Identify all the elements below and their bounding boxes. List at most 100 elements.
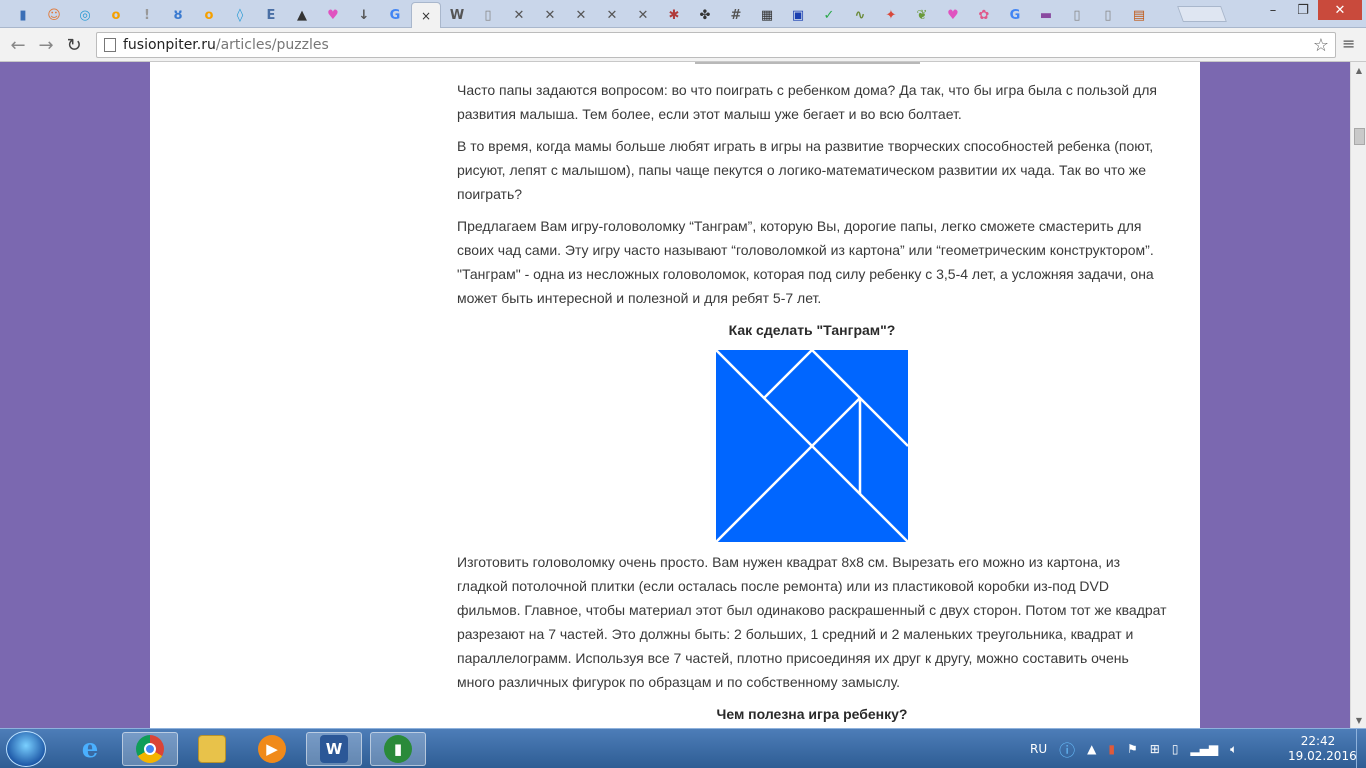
new-tab-button[interactable] (1177, 6, 1227, 22)
word-button[interactable]: W (306, 732, 362, 766)
menu-icon[interactable]: ≡ (1342, 34, 1355, 53)
volume-icon[interactable]: 🔈︎ (1230, 742, 1237, 757)
close-tab-icon[interactable]: × (421, 9, 431, 23)
pattern-icon: ✕ (544, 7, 556, 23)
browser-tab[interactable]: ↓ (349, 2, 379, 28)
browser-tab[interactable]: ▯ (1093, 2, 1123, 28)
grid-icon: # (730, 7, 742, 23)
app-button[interactable]: ▮ (370, 732, 426, 766)
reload-icon[interactable]: ↻ (62, 33, 86, 57)
face-icon: ☺ (47, 7, 61, 23)
show-desktop-button[interactable] (1356, 729, 1366, 768)
flower-icon: ✤ (699, 7, 711, 23)
internet-explorer-button[interactable]: e (62, 732, 118, 766)
clock[interactable]: 22:42 19.02.2016 (1288, 734, 1357, 764)
browser-tab[interactable]: ▯ (1062, 2, 1092, 28)
media-player-button[interactable]: ▶ (244, 732, 300, 766)
browser-tab[interactable]: G (380, 2, 410, 28)
forward-arrow-icon[interactable]: → (34, 33, 58, 57)
browser-tab[interactable]: E (256, 2, 286, 28)
bird-icon: ✦ (885, 7, 897, 23)
browser-tab[interactable]: ✦ (876, 2, 906, 28)
browser-tab[interactable]: ☺ (39, 2, 69, 28)
chart-icon: ∿ (854, 7, 866, 23)
browser-tab[interactable]: ▮ (8, 2, 38, 28)
top-image-edge (695, 62, 920, 64)
chrome-button[interactable] (122, 732, 178, 766)
article-body: Часто папы задаются вопросом: во что пои… (457, 78, 1167, 728)
close-window-icon[interactable]: ✕ (1318, 0, 1362, 20)
tray-expand-icon[interactable]: ▲ (1087, 742, 1096, 756)
back-arrow-icon[interactable]: ← (6, 33, 30, 57)
tab-strip: – ❐ ✕ ▮ ☺ ◎ о! ȣ о ◊ E ▲ ♥ ↓ G × W ▯ ✕ ✕ ✕ ✕ ✕ ✱ ✤ # ▦ ▣ ✓ ∿ ✦ ❦ ♥ ✿ G ▬… (0, 0, 1366, 28)
tray-app-icon[interactable]: ▮ (1108, 742, 1115, 756)
bookmark-star-icon[interactable]: ☆ (1313, 35, 1329, 56)
browser-tab[interactable]: ✿ (969, 2, 999, 28)
browser-tab[interactable]: ✕ (566, 2, 596, 28)
browser-tab[interactable]: ✕ (504, 2, 534, 28)
article-paragraph: Часто папы задаются вопросом: во что пои… (457, 82, 1157, 122)
browser-tab[interactable]: ▲ (287, 2, 317, 28)
page-icon: ▯ (1073, 7, 1081, 23)
pattern-icon: ✕ (606, 7, 618, 23)
heart-icon: ♥ (947, 7, 959, 23)
book-icon: ▮ (19, 7, 27, 23)
scroll-up-icon[interactable]: ▲ (1351, 62, 1366, 78)
anchor-icon: ȣ (173, 7, 183, 23)
browser-tab[interactable]: ✕ (628, 2, 658, 28)
clock-time: 22:42 (1300, 734, 1336, 748)
google-icon: G (1009, 7, 1021, 23)
browser-tab[interactable]: ! (132, 2, 162, 28)
address-bar[interactable]: fusionpiter.ru/articles/puzzles ☆ (96, 32, 1336, 58)
browser-tab[interactable]: ♥ (318, 2, 348, 28)
scroll-thumb[interactable] (1354, 128, 1365, 145)
grid-icon: ▦ (760, 7, 774, 23)
bug-icon: ✱ (668, 7, 680, 23)
browser-tab[interactable]: ▣ (783, 2, 813, 28)
browser-tab[interactable]: ▯ (473, 2, 503, 28)
browser-tab[interactable]: # (721, 2, 751, 28)
info-icon[interactable]: ⓘ (1059, 737, 1075, 761)
check-icon: ✓ (823, 7, 835, 23)
scroll-down-icon[interactable]: ▼ (1351, 712, 1366, 728)
browser-tab[interactable]: ∿ (845, 2, 875, 28)
browser-tab[interactable]: ▬ (1031, 2, 1061, 28)
browser-tab[interactable]: ▦ (752, 2, 782, 28)
explorer-button[interactable] (184, 732, 240, 766)
wikipedia-icon: W (449, 7, 465, 23)
browser-tab[interactable]: ◊ (225, 2, 255, 28)
e-icon: E (266, 7, 276, 23)
signal-icon[interactable]: ▂▄▆ (1190, 742, 1218, 756)
browser-tab[interactable]: W (442, 2, 472, 28)
section-heading: Чем полезна игра ребенку? (716, 706, 908, 722)
page-icon (104, 38, 116, 52)
browser-tab[interactable]: ✓ (814, 2, 844, 28)
start-button[interactable] (6, 731, 46, 767)
section-heading: Как сделать "Танграм"? (728, 322, 896, 338)
browser-tab[interactable]: ✕ (535, 2, 565, 28)
browser-tab[interactable]: ◎ (70, 2, 100, 28)
browser-tab[interactable]: ▤ (1124, 2, 1154, 28)
bar-chart-icon: ▮ (384, 735, 412, 763)
browser-tab[interactable]: ✤ (690, 2, 720, 28)
browser-tab[interactable]: о (101, 2, 131, 28)
article-paragraph: Предлагаем Вам игру-головоломку “Танграм… (457, 218, 1154, 306)
windows-icon[interactable]: ⊞ (1150, 742, 1160, 756)
flag-icon[interactable]: ⚑ (1127, 742, 1138, 756)
battery-icon[interactable]: ▯ (1172, 742, 1179, 756)
browser-tab[interactable]: ✱ (659, 2, 689, 28)
clock-date: 19.02.2016 (1288, 749, 1357, 763)
browser-tab[interactable]: о (194, 2, 224, 28)
browser-tab[interactable]: ȣ (163, 2, 193, 28)
restore-icon[interactable]: ❐ (1288, 0, 1318, 20)
browser-tab[interactable]: ✕ (597, 2, 627, 28)
active-tab[interactable]: × (411, 2, 441, 28)
vertical-scrollbar[interactable]: ▲ ▼ (1350, 62, 1366, 728)
browser-tab[interactable]: ❦ (907, 2, 937, 28)
drop-icon: ◊ (236, 7, 244, 23)
browser-tab[interactable]: G (1000, 2, 1030, 28)
minimize-icon[interactable]: – (1258, 0, 1288, 20)
flower-icon: ✿ (978, 7, 990, 23)
browser-tab[interactable]: ♥ (938, 2, 968, 28)
language-indicator[interactable]: RU (1030, 742, 1047, 756)
